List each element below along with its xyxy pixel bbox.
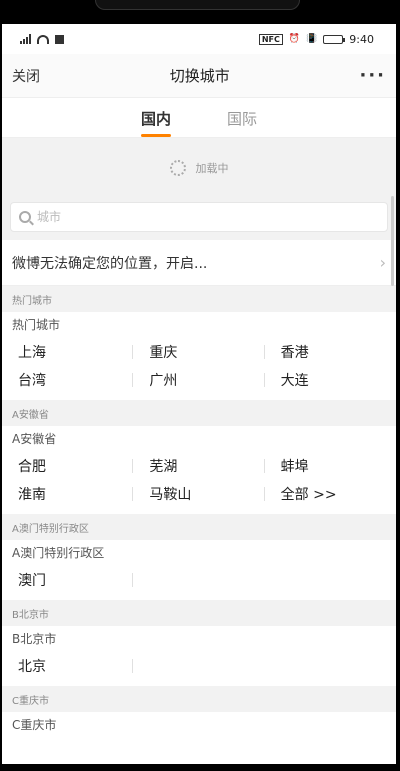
location-permission-row[interactable]: 微博无法确定您的位置，开启... › [2,240,396,286]
alarm-icon: ⏰ [288,34,301,44]
wifi-icon [37,34,49,44]
status-time: 9:40 [349,32,374,46]
section-title-hot: 热门城市 [12,318,61,332]
status-bar: NFC ⏰ 📳 9:40 [2,24,396,54]
section-title-beijing: B北京市 [12,632,57,646]
nav-bar: 关闭 切换城市 ··· [2,54,396,98]
section-title-macau: A澳门特别行政区 [12,546,105,560]
city-item[interactable]: 北京 [2,652,134,680]
section-header-hot: 热门城市 [2,286,396,312]
search-container [2,198,396,240]
region-tabs: 国内 国际 [2,98,396,138]
city-grid-beijing: 北京 [2,648,396,686]
city-grid-hot: 上海 重庆 香港 台湾 广州 大连 [2,334,396,400]
city-item[interactable]: 广州 [133,366,265,394]
search-input[interactable] [37,210,379,224]
nfc-icon: NFC [258,33,283,45]
city-item[interactable]: 合肥 [2,452,134,480]
section-header-anhui: A安徽省 [2,400,396,426]
city-grid-anhui: 合肥 芜湖 蚌埠 淮南 马鞍山 全部 >> [2,448,396,514]
city-item[interactable]: 蚌埠 [265,452,396,480]
tab-international[interactable]: 国际 [227,108,257,137]
city-grid-macau: 澳门 [2,562,396,600]
section-header-chongqing: C重庆市 [2,686,396,712]
app-screen: NFC ⏰ 📳 9:40 关闭 切换城市 ··· 国内 国际 加载中 城市 微博… [2,24,396,764]
show-all-link[interactable]: 全部 >> [265,480,396,508]
location-text: 微博无法确定您的位置，开启... [12,255,208,272]
chevron-right-icon: › [379,253,386,272]
notification-icon [55,34,64,44]
phone-frame: NFC ⏰ 📳 9:40 关闭 切换城市 ··· 国内 国际 加载中 城市 微博… [0,0,400,771]
section-header-beijing: B北京市 [2,600,396,626]
city-item[interactable]: 重庆 [133,338,265,366]
signal-icon [20,34,31,44]
section-header-macau: A澳门特别行政区 [2,514,396,540]
city-item[interactable]: 大连 [265,366,396,394]
close-button[interactable]: 关闭 [12,66,40,86]
loading-text: 加载中 [195,162,229,175]
city-item[interactable]: 芜湖 [133,452,265,480]
city-item[interactable]: 澳门 [2,566,134,594]
spinner-icon [169,160,186,176]
loading-indicator: 加载中 [2,138,396,198]
status-right: NFC ⏰ 📳 9:40 [258,32,374,46]
tab-domestic[interactable]: 国内 [140,108,172,137]
section-title-chongqing: C重庆市 [12,718,57,732]
section-title-anhui: A安徽省 [12,432,57,446]
search-box[interactable] [10,202,388,232]
city-item[interactable]: 上海 [2,338,134,366]
vibrate-icon: 📳 [306,34,318,44]
page-title: 切换城市 [169,67,230,85]
status-left [20,34,64,44]
city-item[interactable]: 马鞍山 [133,480,265,508]
city-item[interactable]: 淮南 [2,480,134,508]
city-item[interactable]: 台湾 [2,366,134,394]
scrollbar[interactable] [391,196,394,286]
camera-notch [95,0,300,10]
search-icon [19,211,31,223]
more-options-icon[interactable]: ··· [359,65,386,86]
battery-icon [323,34,346,44]
city-item[interactable]: 香港 [265,338,396,366]
